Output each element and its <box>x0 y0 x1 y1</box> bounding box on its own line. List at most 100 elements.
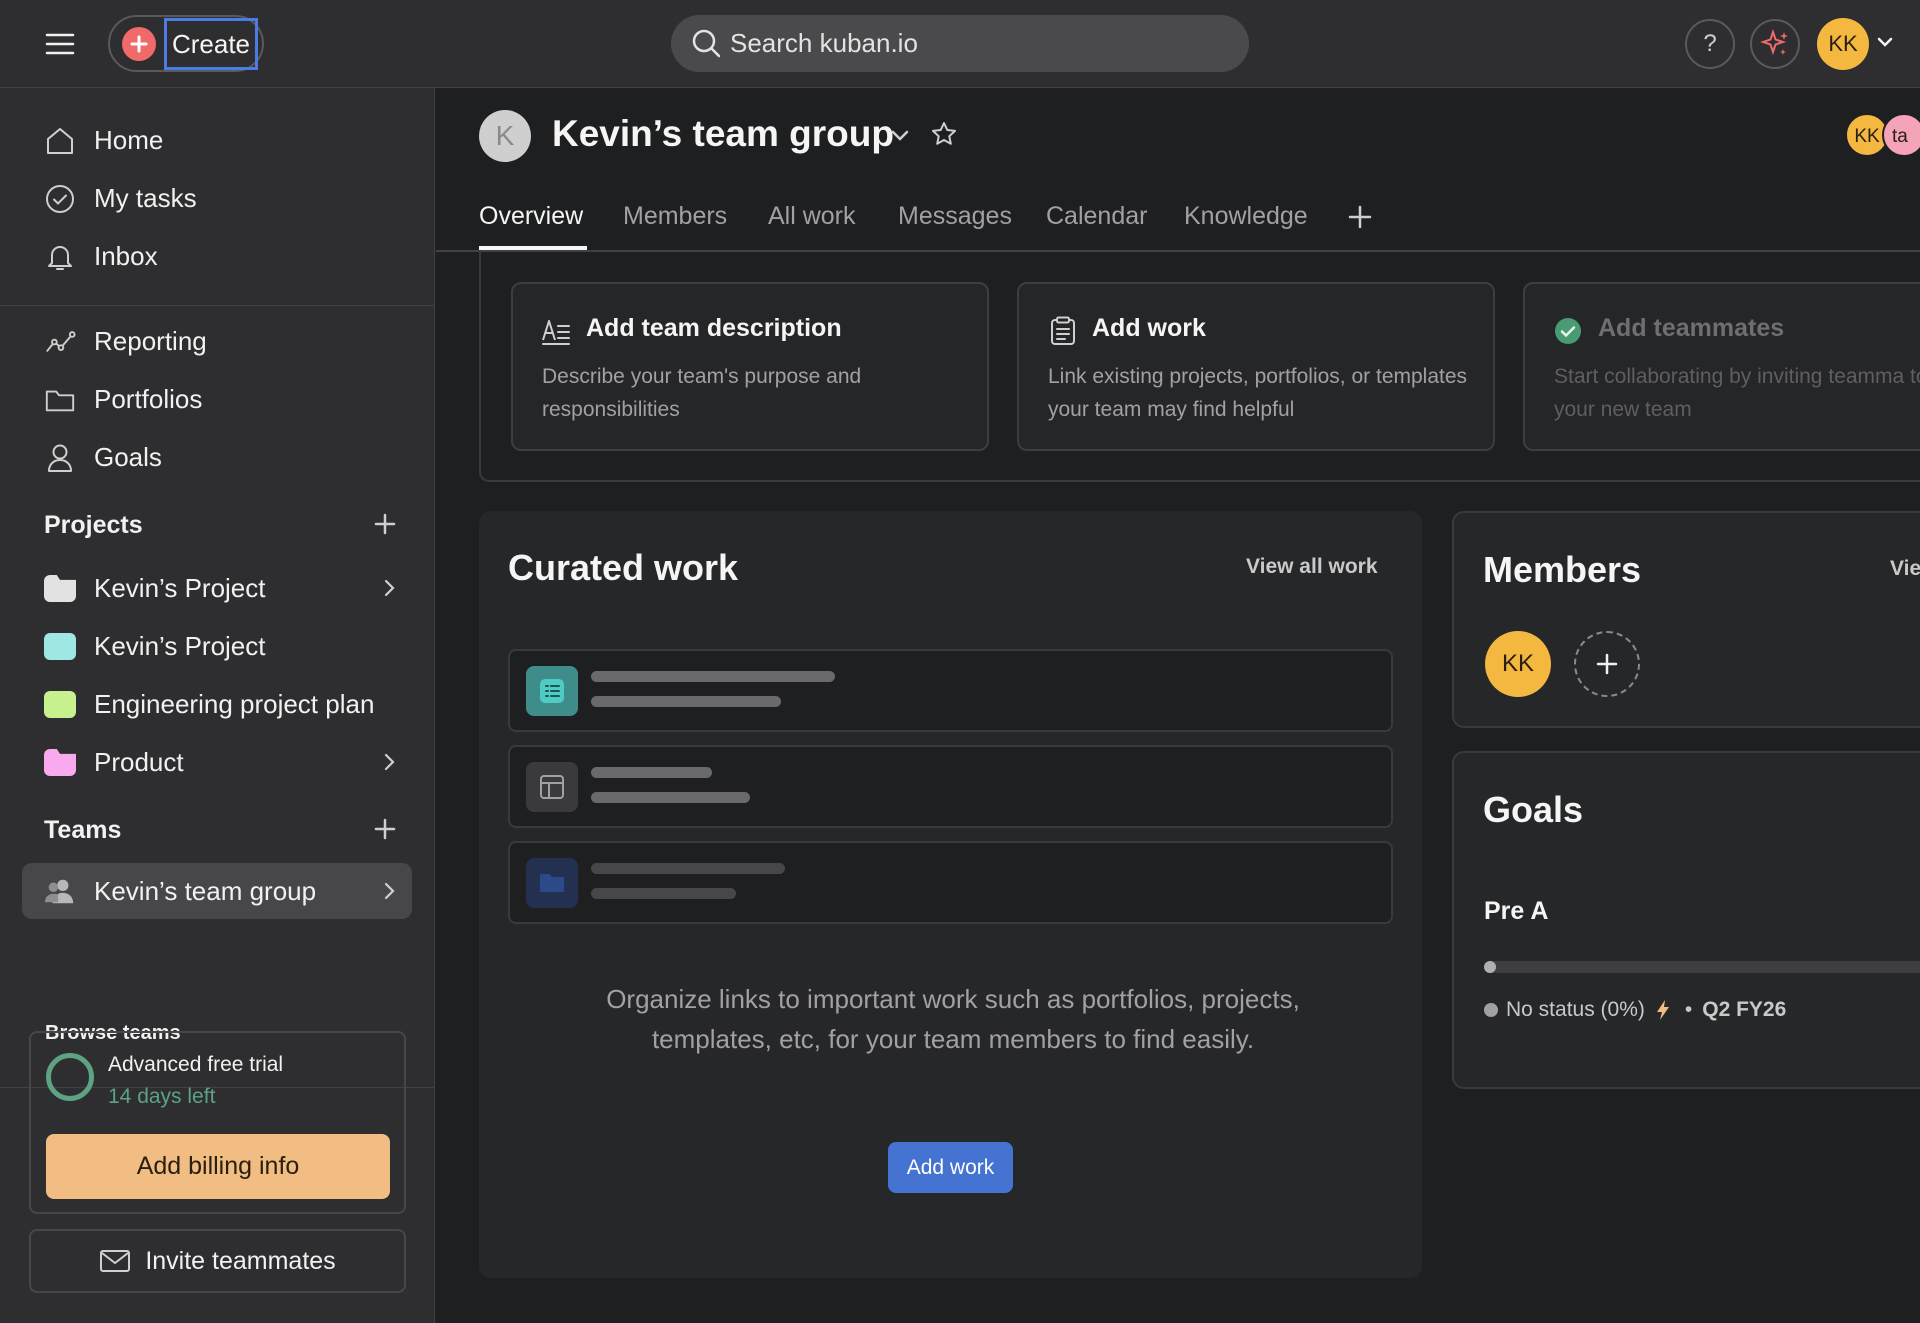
user-avatar[interactable]: KK <box>1817 18 1869 70</box>
chevron-right-icon[interactable] <box>384 881 396 901</box>
tab-messages[interactable]: Messages <box>898 202 1012 250</box>
project-color-square-icon <box>44 691 76 718</box>
tab-overview[interactable]: Overview <box>479 202 583 250</box>
sidebar-project-item[interactable]: Kevin’s Project <box>22 619 412 673</box>
sidebar-item-inbox[interactable]: Inbox <box>22 229 412 283</box>
team-icon <box>44 875 76 907</box>
teams-header: Teams <box>44 816 122 844</box>
list-icon <box>526 666 578 716</box>
search-bar[interactable]: Search kuban.io <box>671 15 1249 72</box>
tab-calendar[interactable]: Calendar <box>1046 202 1147 250</box>
member-face[interactable]: ta <box>1882 113 1920 157</box>
search-icon <box>691 28 721 58</box>
sidebar-item-label: Reporting <box>94 326 207 356</box>
invite-label: Invite teammates <box>145 1246 336 1275</box>
goal-separator: • <box>1684 998 1693 1021</box>
sidebar-item-label: Engineering project plan <box>94 689 375 719</box>
sidebar-item-reporting[interactable]: Reporting <box>22 314 412 368</box>
sidebar-item-home[interactable]: Home <box>22 113 412 167</box>
sidebar-item-my-tasks[interactable]: My tasks <box>22 171 412 225</box>
mail-icon <box>100 1250 131 1272</box>
goal-name[interactable]: Pre A <box>1484 897 1548 926</box>
ai-sparkle-button[interactable] <box>1750 19 1800 69</box>
placeholder-bar <box>591 863 785 874</box>
sidebar-item-team[interactable]: Kevin’s team group <box>22 863 412 919</box>
text-description-icon <box>541 316 571 346</box>
chevron-right-icon[interactable] <box>384 752 396 772</box>
sidebar-project-item[interactable]: Engineering project plan <box>22 677 412 731</box>
sidebar-item-label: Portfolios <box>94 384 203 414</box>
placeholder-work-row <box>508 649 1393 732</box>
sidebar-item-label: Product <box>94 747 184 777</box>
add-work-button[interactable]: Add work <box>888 1142 1013 1193</box>
check-circle-icon <box>44 183 76 215</box>
invite-teammates-button[interactable]: Invite teammates <box>29 1229 406 1293</box>
chart-line-icon <box>44 326 76 358</box>
setup-card-description: Start collaborating by inviting teamma t… <box>1554 365 1920 421</box>
curated-work-card: Curated work View all work Organize link… <box>479 511 1422 1278</box>
sidebar-item-label: Goals <box>94 442 162 472</box>
placeholder-bar <box>591 671 835 682</box>
trial-days-left: 14 days left <box>108 1085 216 1108</box>
sidebar-item-portfolios[interactable]: Portfolios <box>22 372 412 426</box>
bell-icon <box>44 241 76 273</box>
add-project-button[interactable] <box>374 513 400 539</box>
curated-work-title: Curated work <box>508 547 739 588</box>
folder-icon <box>526 858 578 908</box>
sparkle-icon <box>1760 29 1788 56</box>
goal-progress-bar <box>1484 961 1920 973</box>
top-bar: Create Search kuban.io ? KK <box>0 0 1920 88</box>
check-badge-icon <box>1553 316 1583 346</box>
placeholder-bar <box>591 792 750 803</box>
folder-icon <box>44 384 76 416</box>
goals-title: Goals <box>1483 789 1584 830</box>
setup-card-description: Describe your team's purpose and respons… <box>542 365 862 421</box>
sidebar-item-label: Home <box>94 125 164 155</box>
placeholder-work-row <box>508 745 1393 828</box>
sidebar-project-item[interactable]: Product <box>22 735 412 789</box>
goal-period: Q2 FY26 <box>1702 998 1787 1021</box>
star-icon[interactable] <box>931 121 957 147</box>
add-tab-button[interactable] <box>1347 204 1373 230</box>
tab-all-work[interactable]: All work <box>768 202 856 250</box>
goal-status-text: No status (0%) <box>1506 998 1645 1021</box>
create-button[interactable]: Create <box>108 15 264 72</box>
search-placeholder: Search kuban.io <box>730 28 918 58</box>
help-icon: ? <box>1703 30 1717 57</box>
trial-box: Advanced free trial 14 days left Add bil… <box>29 1031 406 1214</box>
view-all-work-link[interactable]: View all work <box>1246 555 1378 579</box>
view-all-members-link[interactable]: Vie <box>1890 557 1920 581</box>
add-billing-button[interactable]: Add billing info <box>46 1134 390 1199</box>
plus-icon <box>122 27 156 61</box>
setup-card-title: Add teammates <box>1598 314 1785 342</box>
placeholder-bar <box>591 888 736 899</box>
template-icon <box>526 762 578 812</box>
chevron-down-icon[interactable] <box>1876 33 1894 51</box>
status-dot-icon <box>1484 1003 1498 1017</box>
member-avatar[interactable]: KK <box>1485 631 1551 697</box>
curated-work-description: Organize links to important work such as… <box>606 984 1300 1054</box>
tab-knowledge[interactable]: Knowledge <box>1184 202 1308 250</box>
sidebar-project-item[interactable]: Kevin’s Project <box>22 561 412 615</box>
add-member-button[interactable] <box>1574 631 1640 697</box>
menu-icon[interactable] <box>40 24 80 64</box>
home-icon <box>44 125 76 157</box>
sidebar-item-goals[interactable]: Goals <box>22 430 412 484</box>
sidebar: Home My tasks Inbox Reporting Portfolios… <box>0 88 435 1323</box>
tab-members[interactable]: Members <box>623 202 727 250</box>
sidebar-item-label: Kevin’s Project <box>94 573 266 603</box>
chevron-down-icon[interactable] <box>890 127 910 145</box>
lightning-icon <box>1656 1000 1669 1020</box>
chevron-right-icon[interactable] <box>384 578 396 598</box>
add-team-button[interactable] <box>374 818 400 844</box>
help-button[interactable]: ? <box>1685 19 1735 69</box>
sidebar-item-label: Kevin’s team group <box>94 876 317 906</box>
add-teammates-card[interactable]: Add teammates Start collaborating by inv… <box>1523 282 1920 451</box>
add-team-description-card[interactable]: Add team description Describe your team'… <box>511 282 989 451</box>
add-work-card[interactable]: Add work Link existing projects, portfol… <box>1017 282 1495 451</box>
sidebar-divider <box>0 305 435 306</box>
members-title: Members <box>1483 549 1642 590</box>
page-title: Kevin’s team group <box>552 113 894 154</box>
setup-card-title: Add team description <box>586 314 842 342</box>
goals-card: Goals Pre A No status (0%) • Q2 FY26 <box>1452 751 1920 1089</box>
